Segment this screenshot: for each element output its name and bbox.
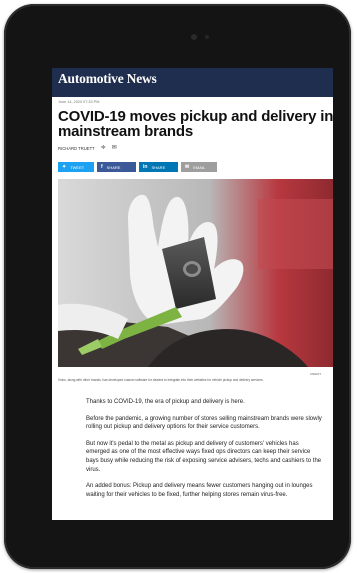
site-logo[interactable]: Automotive News [58,71,157,87]
article-headline: COVID-19 moves pickup and delivery into … [58,108,333,140]
nav-item-data-center[interactable]: DATA CENTER [154,97,184,102]
author-link[interactable]: RICHARD TRUETT [58,146,95,151]
email-share-button[interactable]: ✉ EMAIL [181,162,217,172]
facebook-icon: f [101,164,103,170]
article-photo [58,179,333,367]
sensor-icon [205,35,209,39]
article-paragraph: Before the pandemic, a growing number of… [86,415,322,431]
nav-item-jobs[interactable]: JOBS [292,97,304,102]
tablet-device: Automotive News HOME NEWS OPINION DATA C… [4,4,351,569]
share-bar: ✦ TWEET f SHARE in SHARE ✉ EMAIL [58,162,220,172]
facebook-share-button[interactable]: f SHARE [97,162,136,172]
article-dateline: June 14, 2020 07:33 PM [58,100,100,104]
site-nav: HOME NEWS OPINION DATA CENTER VIDEO EVEN… [58,88,333,102]
linkedin-share-label: SHARE [151,164,166,170]
photo-illustration [58,179,333,367]
tablet-screen: Automotive News HOME NEWS OPINION DATA C… [52,68,333,520]
photo-credit: CREDIT [310,372,322,376]
email-share-label: EMAIL [193,164,206,170]
email-icon: ✉ [185,164,190,170]
article-paragraph: Thanks to COVID-19, the era of pickup an… [86,399,245,405]
article-paragraph: But now it's pedal to the metal as picku… [86,440,322,473]
mail-icon[interactable]: ✉ [112,145,117,151]
nav-item-more[interactable]: C [321,97,324,102]
linkedin-share-button[interactable]: in SHARE [139,162,178,172]
twitter-icon: ✦ [62,164,67,170]
camera-icon [191,34,197,40]
nav-item-opinion[interactable]: OPINION [119,97,137,102]
site-masthead: Automotive News HOME NEWS OPINION DATA C… [52,68,333,102]
facebook-share-label: SHARE [106,164,121,170]
article-byline: RICHARD TRUETT ≑ ✉ [58,145,117,151]
linkedin-icon: in [143,164,148,170]
nav-item-events-awards[interactable]: EVENTS & AWARDS [233,97,275,102]
nav-item-video[interactable]: VIDEO [202,97,215,102]
article-body: Thanks to COVID-19, the era of pickup an… [86,398,322,507]
tweet-label: TWEET [70,164,85,170]
photo-caption: Volvo, along with other brands, has deve… [58,378,264,382]
article-paragraph: An added bonus: Pickup and delivery mean… [86,483,313,498]
tweet-button[interactable]: ✦ TWEET [58,162,94,172]
rss-icon[interactable]: ≑ [101,145,106,151]
